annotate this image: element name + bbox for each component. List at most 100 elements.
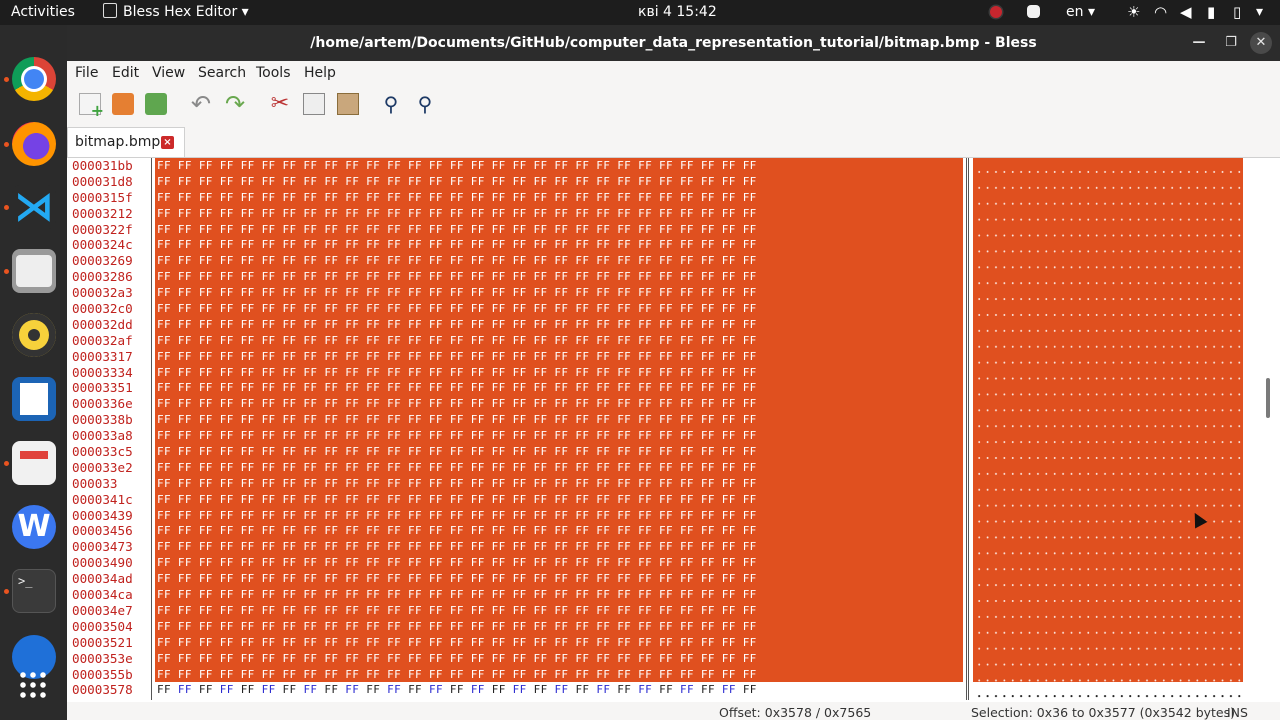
record-icon[interactable]: [990, 6, 1002, 18]
offset-label: 000033a8: [72, 428, 133, 444]
hex-row[interactable]: FF FF FF FF FF FF FF FF FF FF FF FF FF F…: [157, 667, 967, 683]
close-tab-icon[interactable]: ×: [161, 136, 174, 149]
undo-icon[interactable]: ↶: [190, 92, 212, 116]
top-bar: Activities Bless Hex Editor ▾ кві 4 15:4…: [0, 0, 1280, 25]
insert-mode-status[interactable]: INS: [1227, 702, 1248, 724]
hex-row[interactable]: FF FF FF FF FF FF FF FF FF FF FF FF FF F…: [157, 349, 967, 365]
maximize-button[interactable]: ❐: [1219, 25, 1243, 61]
language-menu[interactable]: en ▾: [1066, 0, 1095, 25]
chevron-down-icon: ▾: [1087, 4, 1095, 20]
hex-row[interactable]: FF FF FF FF FF FF FF FF FF FF FF FF FF F…: [157, 253, 967, 269]
document-viewer-icon[interactable]: [12, 441, 56, 485]
hex-column[interactable]: FF FF FF FF FF FF FF FF FF FF FF FF FF F…: [157, 158, 967, 698]
clock[interactable]: кві 4 15:42: [638, 0, 717, 25]
menu-view[interactable]: View: [152, 61, 185, 85]
offset-label: 000034e7: [72, 602, 133, 618]
redo-icon[interactable]: ↷: [224, 92, 246, 116]
hex-row[interactable]: FF FF FF FF FF FF FF FF FF FF FF FF FF F…: [157, 619, 967, 635]
offset-label: 000033c5: [72, 444, 133, 460]
tab-bar: bitmap.bmp ×: [67, 125, 1280, 158]
vscode-icon[interactable]: ⋊: [12, 185, 56, 229]
offset-label: 00003490: [72, 555, 133, 571]
writer-icon[interactable]: [12, 377, 56, 421]
activities-button[interactable]: Activities: [11, 0, 75, 25]
hex-row[interactable]: FF FF FF FF FF FF FF FF FF FF FF FF FF F…: [157, 269, 967, 285]
close-window-button[interactable]: ✕: [1250, 32, 1272, 54]
hex-row[interactable]: FF FF FF FF FF FF FF FF FF FF FF FF FF F…: [157, 476, 967, 492]
hex-row[interactable]: FF FF FF FF FF FF FF FF FF FF FF FF FF F…: [157, 380, 967, 396]
hex-row[interactable]: FF FF FF FF FF FF FF FF FF FF FF FF FF F…: [157, 587, 967, 603]
offset-label: 0000336e: [72, 396, 133, 412]
hex-row[interactable]: FF FF FF FF FF FF FF FF FF FF FF FF FF F…: [157, 460, 967, 476]
wps-office-icon[interactable]: W: [12, 505, 56, 549]
menu-search[interactable]: Search: [198, 61, 246, 85]
ascii-selection[interactable]: [973, 158, 1243, 682]
hex-row[interactable]: FF FF FF FF FF FF FF FF FF FF FF FF FF F…: [157, 301, 967, 317]
offset-label: 000031bb: [72, 158, 133, 173]
firefox-icon[interactable]: [12, 122, 56, 166]
menu-help[interactable]: Help: [304, 61, 336, 85]
hex-editor[interactable]: 000031bb 000031d8 0000315f 00003212 0000322f…: [67, 158, 1280, 700]
hex-row[interactable]: FF FF FF FF FF FF FF FF FF FF FF FF FF F…: [157, 206, 967, 222]
tab-bitmap[interactable]: bitmap.bmp ×: [67, 127, 185, 157]
hex-row[interactable]: FF FF FF FF FF FF FF FF FF FF FF FF FF F…: [157, 237, 967, 253]
find-icon[interactable]: ⚲: [380, 93, 402, 115]
hex-row[interactable]: FF FF FF FF FF FF FF FF FF FF FF FF FF F…: [157, 428, 967, 444]
open-file-icon[interactable]: [112, 93, 134, 115]
hex-row[interactable]: FF FF FF FF FF FF FF FF FF FF FF FF FF F…: [157, 333, 967, 349]
hex-row[interactable]: FF FF FF FF FF FF FF FF FF FF FF FF FF F…: [157, 396, 967, 412]
microphone-icon[interactable]: ▮: [1207, 0, 1215, 25]
hex-row[interactable]: FF FF FF FF FF FF FF FF FF FF FF FF FF F…: [157, 412, 967, 428]
running-indicator: [4, 205, 9, 210]
minimize-button[interactable]: —: [1187, 25, 1211, 61]
hex-row[interactable]: FF FF FF FF FF FF FF FF FF FF FF FF FF F…: [157, 508, 967, 524]
find-replace-icon[interactable]: ⚲: [414, 93, 436, 115]
menu-edit[interactable]: Edit: [112, 61, 139, 85]
running-indicator: [4, 461, 9, 466]
offset-label: 00003578: [72, 682, 133, 698]
save-file-icon[interactable]: [145, 93, 167, 115]
files-icon[interactable]: [12, 249, 56, 293]
hex-row[interactable]: FF FF FF FF FF FF FF FF FF FF FF FF FF F…: [157, 285, 967, 301]
offset-label: 00003286: [72, 269, 133, 285]
hex-row[interactable]: FF FF FF FF FF FF FF FF FF FF FF FF FF F…: [157, 365, 967, 381]
wifi-icon[interactable]: ◠: [1154, 0, 1167, 25]
hex-row[interactable]: FF FF FF FF FF FF FF FF FF FF FF FF FF F…: [157, 523, 967, 539]
new-file-icon[interactable]: [79, 93, 104, 120]
hex-row[interactable]: FF FF FF FF FF FF FF FF FF FF FF FF FF F…: [157, 539, 967, 555]
hex-row[interactable]: FF FF FF FF FF FF FF FF FF FF FF FF FF F…: [157, 682, 967, 698]
volume-icon[interactable]: ◀: [1180, 0, 1192, 25]
hex-row[interactable]: FF FF FF FF FF FF FF FF FF FF FF FF FF F…: [157, 174, 967, 190]
chrome-icon[interactable]: [12, 57, 56, 101]
menu-file[interactable]: File: [75, 61, 98, 85]
hex-row[interactable]: FF FF FF FF FF FF FF FF FF FF FF FF FF F…: [157, 190, 967, 206]
hex-row[interactable]: FF FF FF FF FF FF FF FF FF FF FF FF FF F…: [157, 635, 967, 651]
power-menu[interactable]: ▾: [1256, 0, 1263, 25]
hex-row[interactable]: FF FF FF FF FF FF FF FF FF FF FF FF FF F…: [157, 571, 967, 587]
hex-row[interactable]: FF FF FF FF FF FF FF FF FF FF FF FF FF F…: [157, 444, 967, 460]
cut-icon[interactable]: ✂: [269, 93, 291, 115]
hex-row[interactable]: FF FF FF FF FF FF FF FF FF FF FF FF FF F…: [157, 222, 967, 238]
app-grid-icon[interactable]: [18, 670, 48, 700]
rhythmbox-icon[interactable]: [12, 313, 56, 357]
menu-tools[interactable]: Tools: [256, 61, 291, 85]
offset-label: 00003317: [72, 348, 133, 364]
hex-row[interactable]: FF FF FF FF FF FF FF FF FF FF FF FF FF F…: [157, 492, 967, 508]
vertical-scrollbar[interactable]: [1266, 378, 1270, 418]
hex-row[interactable]: FF FF FF FF FF FF FF FF FF FF FF FF FF F…: [157, 651, 967, 667]
copy-icon[interactable]: [303, 93, 325, 115]
window-titlebar[interactable]: /home/artem/Documents/GitHub/computer_da…: [67, 25, 1280, 61]
hex-row[interactable]: FF FF FF FF FF FF FF FF FF FF FF FF FF F…: [157, 317, 967, 333]
hex-row[interactable]: FF FF FF FF FF FF FF FF FF FF FF FF FF F…: [157, 555, 967, 571]
terminal-icon[interactable]: >_: [12, 569, 56, 613]
ascii-row[interactable]: [973, 682, 1243, 698]
chat-icon[interactable]: [1027, 5, 1040, 18]
battery-icon[interactable]: ▯: [1233, 0, 1241, 25]
brightness-icon[interactable]: ☀: [1127, 0, 1140, 25]
paste-icon[interactable]: [337, 93, 359, 115]
app-menu[interactable]: Bless Hex Editor ▾: [103, 0, 249, 25]
offset-label: 000033e2: [72, 459, 133, 475]
offset-column: 000031bb 000031d8 0000315f 00003212 0000322f…: [72, 158, 152, 698]
hex-row[interactable]: FF FF FF FF FF FF FF FF FF FF FF FF FF F…: [157, 603, 967, 619]
hex-row[interactable]: FF FF FF FF FF FF FF FF FF FF FF FF FF F…: [157, 158, 967, 174]
